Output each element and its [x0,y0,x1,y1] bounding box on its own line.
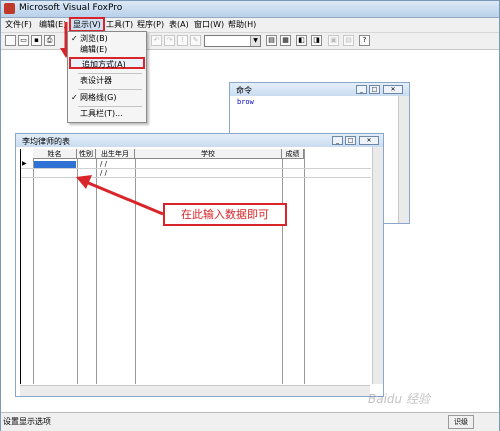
menu-item-toolbars[interactable]: 工具栏(T)... [68,108,146,120]
check-icon: ✓ [71,93,78,102]
menu-item-append-mode[interactable]: 追加方式(A) [69,57,145,69]
instruction-callout: 在此输入数据即可 [163,203,287,226]
watermark: Baidu 经验 [368,392,430,406]
menu-item-edit[interactable]: 编辑(E) [68,44,146,56]
menu-item-gridlines[interactable]: ✓ 网格线(G) [68,92,146,104]
menu-separator [78,106,142,107]
pointer-arrow-line [85,180,164,216]
view-menu-dropdown: ✓ 浏览(B) 编辑(E) 追加方式(A) 表设计器 ✓ 网格线(G) 工具栏(T)… [67,31,147,123]
menu-item-table-designer[interactable]: 表设计器 [68,75,146,87]
menu-separator [78,89,142,90]
menu-separator [78,73,142,74]
